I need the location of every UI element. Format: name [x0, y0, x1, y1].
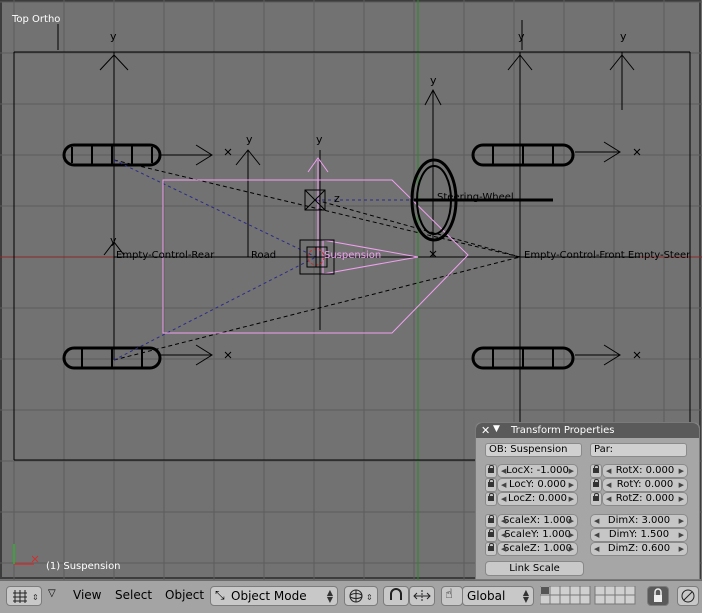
draw-type-button[interactable]: ⇕: [344, 586, 378, 606]
dim-x-field[interactable]: ◀ DimX: 3.000 ▶: [590, 514, 688, 528]
rot-z-field[interactable]: ◀ RotZ: 0.000 ▶: [602, 492, 688, 506]
svg-text:y: y: [316, 133, 323, 146]
dim-y-field[interactable]: ◀ DimY: 1.500 ▶: [590, 528, 688, 542]
svg-text:y: y: [246, 133, 253, 146]
3d-view-header: ⇕ ▽ View Select Object ⤡ Object Mode ▲ ▼ …: [0, 580, 702, 613]
rot-y-lock-icon[interactable]: [590, 478, 602, 492]
layer-buttons[interactable]: [539, 585, 640, 605]
svg-text:⇕: ⇕: [32, 593, 39, 602]
editor-type-button[interactable]: ⇕: [6, 586, 42, 606]
label-road: Road: [251, 250, 276, 261]
scale-x-field[interactable]: ◀ ScaleX: 1.000 ▶: [497, 514, 578, 528]
svg-text:y: y: [518, 30, 525, 43]
rot-x-lock-icon[interactable]: [590, 464, 602, 478]
panel-header[interactable]: ✕ ▼ Transform Properties: [476, 423, 699, 438]
parent-field[interactable]: Par:: [590, 443, 687, 457]
label-empty-steer: Empty-Control-Front Empty-Steer: [524, 250, 691, 261]
object-name-field[interactable]: OB: Suspension: [485, 443, 582, 457]
rot-x-field[interactable]: ◀ RotX: 0.000 ▶: [602, 464, 688, 478]
triangle-icon[interactable]: ▽: [48, 588, 56, 599]
hand-icon: ☝: [445, 587, 453, 602]
sphere-icon: ⇕: [349, 589, 373, 603]
magnet-icon: [390, 588, 402, 600]
loc-x-field[interactable]: ◀ LocX: -1.000 ▶: [497, 464, 578, 478]
manipulator-button[interactable]: [409, 586, 435, 606]
frame-label: (1) Suspension: [46, 561, 121, 572]
loc-z-lock-icon[interactable]: [485, 492, 497, 506]
svg-text:y: y: [430, 74, 437, 87]
dim-z-field[interactable]: ◀ DimZ: 0.600 ▶: [590, 542, 688, 556]
object-mode-icon: ⤡: [215, 588, 225, 602]
orientation-value: Global: [467, 589, 506, 603]
transform-properties-panel: ✕ ▼ Transform Properties OB: Suspension …: [475, 422, 700, 580]
render-button[interactable]: [677, 586, 699, 606]
rot-z-lock-icon[interactable]: [590, 492, 602, 506]
mode-dropdown[interactable]: ⤡ Object Mode ▲ ▼: [210, 586, 338, 606]
svg-text:y: y: [110, 234, 117, 247]
label-suspension: Suspension: [324, 250, 381, 261]
layer-grid-icon: [539, 585, 636, 605]
scale-z-field[interactable]: ◀ ScaleZ: 1.000 ▶: [497, 542, 578, 556]
scale-y-lock-icon[interactable]: [485, 528, 497, 542]
arrows-icon: [413, 590, 431, 602]
loc-y-field[interactable]: ◀ LocY: 0.000 ▶: [497, 478, 578, 492]
scale-y-field[interactable]: ◀ ScaleY: 1.000 ▶: [497, 528, 578, 542]
menu-object[interactable]: Object: [165, 588, 204, 602]
menu-select[interactable]: Select: [115, 588, 152, 602]
rot-y-field[interactable]: ◀ RotY: 0.000 ▶: [602, 478, 688, 492]
svg-text:⇕: ⇕: [366, 593, 373, 602]
label-empty-control-rear: Empty-Control-Rear: [116, 250, 215, 261]
svg-text:y: y: [110, 30, 117, 43]
panel-title: Transform Properties: [511, 425, 615, 436]
blender-window: y y y y y y y z Empty-Control-Rear Road …: [0, 0, 702, 613]
svg-text:y: y: [620, 30, 627, 43]
collapse-triangle-icon[interactable]: ▼: [493, 424, 500, 434]
hand-button[interactable]: ☝: [441, 586, 463, 606]
lock-icon: [654, 588, 662, 602]
loc-z-field[interactable]: ◀ LocZ: 0.000 ▶: [497, 492, 578, 506]
pivot-button[interactable]: [383, 586, 409, 606]
orientation-dropdown[interactable]: Global ▲ ▼: [462, 586, 534, 606]
view-label: Top Ortho: [12, 14, 61, 25]
grid-icon: ⇕: [13, 590, 39, 603]
loc-y-lock-icon[interactable]: [485, 478, 497, 492]
close-icon[interactable]: ✕: [481, 424, 490, 437]
scale-z-lock-icon[interactable]: [485, 542, 497, 556]
menu-view[interactable]: View: [73, 588, 101, 602]
loc-x-lock-icon[interactable]: [485, 464, 497, 478]
link-scale-button[interactable]: Link Scale: [485, 561, 584, 576]
scale-x-lock-icon[interactable]: [485, 514, 497, 528]
mode-value: Object Mode: [231, 589, 307, 603]
label-steering-wheel: Steering-Wheel: [437, 192, 514, 203]
lock-layers-button[interactable]: [647, 586, 669, 606]
render-icon: [681, 589, 695, 603]
svg-text:z: z: [334, 192, 340, 205]
axis-gizmo-icon: [13, 544, 39, 565]
